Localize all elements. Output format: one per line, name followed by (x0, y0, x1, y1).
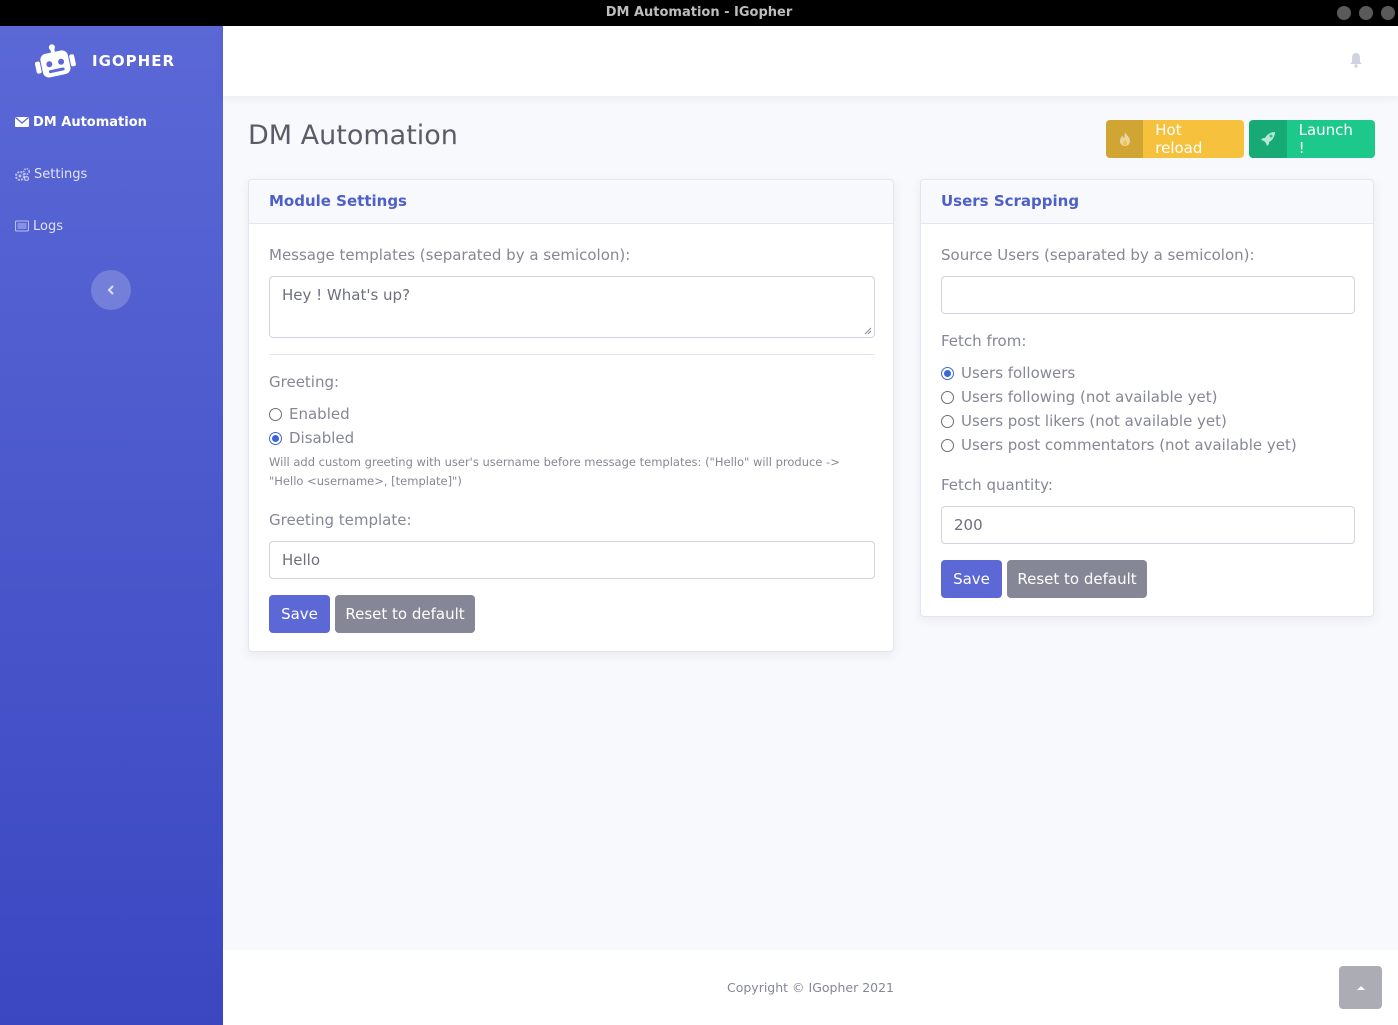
source-users-input[interactable] (941, 276, 1355, 314)
fetch-quantity-input[interactable]: 200 (941, 506, 1355, 544)
greeting-template-input[interactable]: Hello (269, 541, 875, 579)
list-icon (15, 220, 29, 232)
greeting-help-line: "Hello <username>, [template]") (269, 474, 462, 488)
launch-label: Launch ! (1298, 121, 1353, 157)
bell-icon[interactable] (1349, 52, 1363, 68)
window-close-button[interactable] (1381, 6, 1395, 20)
radio-button[interactable] (941, 414, 954, 428)
fetch-quantity-value: 200 (954, 516, 983, 534)
fire-icon (1119, 132, 1130, 146)
copyright-text: Copyright © IGopher 2021 (726, 980, 895, 995)
robot-logo-icon (34, 44, 76, 78)
greeting-disabled-radio[interactable]: Disabled (269, 429, 354, 447)
page-title: DM Automation (248, 120, 458, 151)
fetch-post-likers-radio[interactable]: Users post likers (not available yet) (941, 412, 1227, 430)
sidebar-toggle-button[interactable] (91, 270, 131, 310)
fetch-from-label: Fetch from: (941, 332, 1027, 350)
radio-button[interactable] (941, 390, 954, 404)
message-templates-label: Message templates (separated by a semico… (269, 246, 631, 264)
footer: Copyright © IGopher 2021 (223, 950, 1398, 1025)
greeting-help-line: Will add custom greeting with user's use… (269, 455, 840, 469)
hot-reload-label: Hot reload (1155, 121, 1203, 157)
topbar (223, 26, 1398, 96)
sidebar-item-label: Logs (33, 218, 63, 234)
fetch-quantity-label: Fetch quantity: (941, 476, 1053, 494)
sidebar-brand[interactable]: IGOPHER (0, 26, 223, 96)
message-templates-textarea[interactable]: Hey ! What's up? (269, 276, 875, 338)
fetch-post-commentators-radio[interactable]: Users post commentators (not available y… (941, 436, 1297, 454)
scrapping-reset-button[interactable]: Reset to default (1007, 560, 1147, 598)
module-settings-card: Module Settings Message templates (separ… (248, 179, 894, 652)
users-scrapping-card: Users Scrapping Source Users (separated … (920, 179, 1374, 617)
greeting-template-value: Hello (282, 551, 321, 569)
radio-button[interactable] (269, 407, 282, 421)
hot-reload-button[interactable]: Hot reload (1106, 120, 1244, 158)
greeting-help-text: Will add custom greeting with user's use… (269, 453, 875, 491)
window-title: DM Automation - IGopher (605, 5, 793, 20)
radio-label: Users post commentators (not available y… (961, 436, 1297, 454)
chevron-left-icon (107, 285, 114, 295)
sidebar: IGOPHER DM Automation Settings Logs (0, 26, 223, 1025)
radio-button[interactable] (941, 438, 954, 452)
fetch-following-radio[interactable]: Users following (not available yet) (941, 388, 1217, 406)
message-templates-value: Hey ! What's up? (282, 286, 411, 304)
divider (269, 354, 875, 355)
module-save-button[interactable]: Save (269, 595, 330, 633)
radio-label: Disabled (289, 429, 355, 447)
chevron-up-icon (1356, 986, 1365, 990)
sidebar-item-dm-automation[interactable]: DM Automation (15, 112, 147, 132)
radio-label: Users post likers (not available yet) (961, 412, 1227, 430)
greeting-enabled-radio[interactable]: Enabled (269, 405, 350, 423)
launch-button[interactable]: Launch ! (1249, 120, 1375, 158)
sidebar-item-settings[interactable]: Settings (15, 164, 87, 184)
radio-label: Users followers (961, 364, 1076, 382)
window-maximize-button[interactable] (1359, 6, 1373, 20)
sidebar-item-logs[interactable]: Logs (15, 216, 63, 236)
sidebar-item-label: Settings (34, 166, 88, 182)
resize-handle-icon[interactable] (864, 327, 872, 335)
brand-name: IGOPHER (92, 52, 175, 70)
greeting-template-label: Greeting template: (269, 511, 412, 529)
radio-button[interactable] (941, 366, 954, 380)
envelope-icon (15, 117, 29, 127)
scroll-to-top-button[interactable] (1339, 966, 1382, 1009)
radio-label: Enabled (289, 405, 350, 423)
scrapping-save-button[interactable]: Save (941, 560, 1002, 598)
module-settings-title: Module Settings (249, 180, 893, 224)
greeting-label: Greeting: (269, 373, 340, 391)
window-titlebar: DM Automation - IGopher (0, 0, 1398, 26)
source-users-label: Source Users (separated by a semicolon): (941, 246, 1255, 264)
users-scrapping-title: Users Scrapping (921, 180, 1373, 224)
rocket-icon (1260, 132, 1275, 146)
sidebar-item-label: DM Automation (33, 114, 147, 130)
radio-label: Users following (not available yet) (961, 388, 1218, 406)
radio-button[interactable] (269, 431, 282, 445)
window-minimize-button[interactable] (1337, 6, 1351, 20)
cogs-icon (15, 167, 30, 181)
module-reset-button[interactable]: Reset to default (335, 595, 475, 633)
fetch-followers-radio[interactable]: Users followers (941, 364, 1075, 382)
